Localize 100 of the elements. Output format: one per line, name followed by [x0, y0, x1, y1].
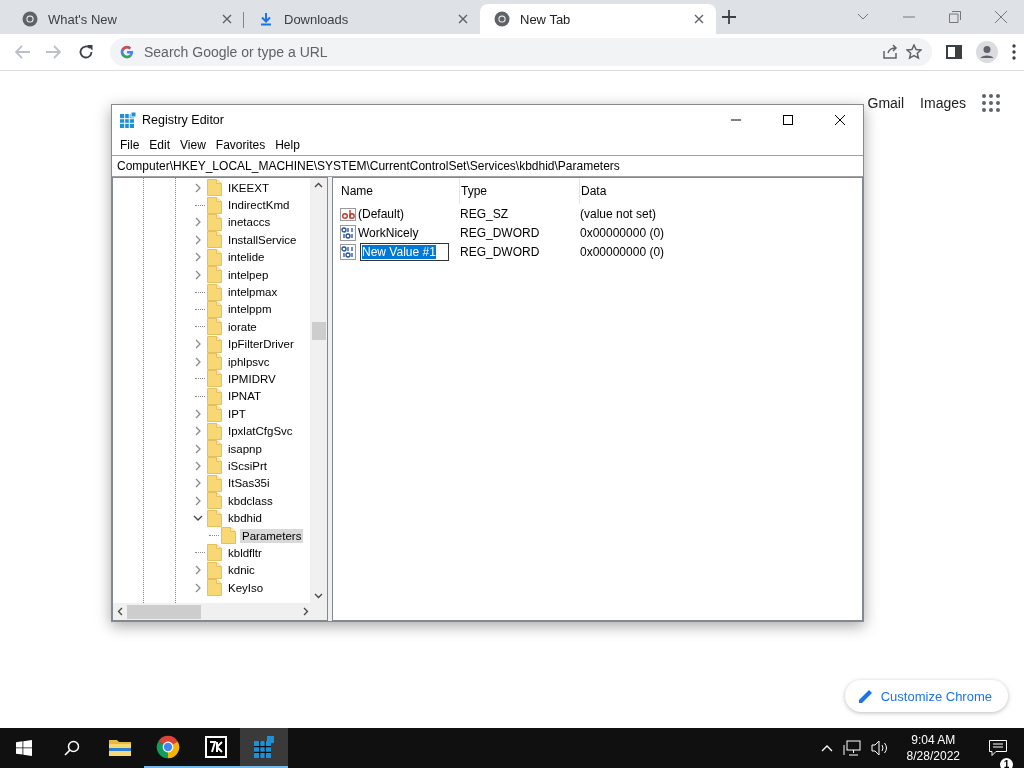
reload-icon[interactable] [78, 44, 94, 60]
scroll-up-icon[interactable] [314, 182, 323, 188]
folder-icon [207, 318, 222, 336]
menu-item[interactable]: Favorites [210, 138, 271, 152]
address-field[interactable]: Computer\HKEY_LOCAL_MACHINE\SYSTEM\CurrentControlSet\Services\kbdhid\Parameters [112, 155, 863, 177]
column-header[interactable]: Type [460, 178, 580, 204]
clock[interactable]: 9:04 AM 8/28/2022 [906, 732, 960, 764]
star-icon[interactable] [906, 44, 922, 60]
profile-icon[interactable] [976, 41, 998, 63]
browser-tab[interactable]: Downloads [244, 4, 480, 34]
tree-item[interactable]: kbdhid [226, 511, 264, 526]
tree-item[interactable]: isapnp [226, 441, 264, 456]
value-name[interactable]: WorkNicely [358, 225, 419, 240]
restore-icon[interactable] [949, 11, 961, 23]
scroll-right-icon[interactable] [303, 607, 309, 616]
tree-item[interactable]: IPT [226, 406, 248, 421]
browser-tab[interactable]: New Tab [480, 4, 716, 34]
folder-icon [207, 179, 222, 197]
new-tab-icon[interactable] [722, 10, 736, 24]
folder-icon [221, 527, 236, 544]
folder-icon[interactable] [109, 738, 131, 756]
folder-icon [207, 509, 222, 527]
registry-editor-icon [120, 112, 136, 128]
menu-item[interactable]: File [115, 138, 145, 152]
tree-item[interactable]: iScsiPrt [226, 458, 269, 473]
folder-icon [207, 387, 222, 405]
tree-item[interactable]: KeyIso [226, 580, 266, 595]
share-icon[interactable] [882, 44, 898, 60]
chrome-icon[interactable] [156, 735, 180, 759]
folder-icon [207, 474, 222, 492]
tree-item[interactable]: intelpmax [226, 285, 280, 300]
customize-button[interactable]: Customize Chrome [844, 680, 1008, 712]
maximize-icon[interactable] [783, 115, 793, 125]
tree-item[interactable]: IpFilterDriver [226, 337, 296, 352]
header-link[interactable]: Gmail [867, 93, 905, 113]
tree-item[interactable]: IpxlatCfgSvc [226, 424, 295, 439]
taskbar-button[interactable] [240, 728, 288, 768]
value-data: 0x00000000 (0) [580, 225, 666, 240]
close-icon[interactable] [694, 14, 704, 24]
close-icon[interactable] [835, 115, 845, 125]
folder-icon [207, 353, 222, 371]
network-icon[interactable] [842, 740, 861, 756]
folder-icon [207, 196, 222, 214]
tree-item[interactable]: IndirectKmd [226, 198, 292, 213]
column-header[interactable]: Name [340, 178, 460, 204]
archive-icon[interactable] [205, 736, 227, 758]
download-icon [258, 11, 274, 27]
chevron-down-icon[interactable] [857, 13, 869, 21]
folder-icon [207, 422, 222, 440]
scrollbar-thumb[interactable] [127, 604, 201, 619]
chrome-icon [22, 11, 38, 27]
address-bar[interactable]: Search Google or type a URL [110, 38, 932, 66]
tree-item[interactable]: inetaccs [226, 215, 273, 230]
more-menu-icon[interactable] [1012, 44, 1016, 60]
folder-icon [207, 561, 222, 579]
browser-tab[interactable]: What's New [8, 4, 244, 34]
tree-item[interactable]: intelide [226, 250, 267, 265]
google-icon [120, 45, 134, 59]
string-value-icon [340, 205, 356, 222]
volume-icon[interactable] [870, 740, 889, 756]
pencil-icon [858, 689, 873, 703]
folder-icon [207, 283, 222, 301]
scroll-down-icon[interactable] [314, 593, 323, 599]
tree-item[interactable]: iorate [226, 319, 259, 334]
folder-icon [207, 213, 222, 231]
scroll-left-icon[interactable] [117, 607, 123, 616]
value-name[interactable]: (Default) [358, 206, 404, 221]
value-type: REG_SZ [460, 206, 509, 221]
folder-icon [207, 544, 222, 562]
column-header[interactable]: Data [580, 178, 855, 204]
notification-badge: 1 [1000, 758, 1013, 768]
windows-start-icon[interactable] [16, 740, 32, 756]
tree-item[interactable]: IPMIDRV [226, 372, 278, 386]
folder-icon [207, 457, 222, 475]
tree-item[interactable]: IPNAT [226, 389, 263, 404]
search-icon[interactable] [64, 740, 80, 756]
chevron-up-icon[interactable] [820, 744, 833, 752]
tree-item[interactable]: kbldfltr [226, 545, 264, 560]
rename-field[interactable]: New Value #1 [360, 242, 449, 261]
menu-item[interactable]: View [175, 138, 211, 152]
value-data: 0x00000000 (0) [580, 244, 666, 259]
registry-editor-icon[interactable] [253, 736, 275, 758]
tree-item[interactable]: IKEEXT [226, 180, 271, 195]
binary-value-icon [340, 224, 356, 241]
menu-item[interactable]: Edit [144, 138, 176, 152]
tree-item[interactable]: iphlpsvc [226, 354, 272, 369]
header-link[interactable]: Images [920, 93, 966, 113]
menu-item[interactable]: Help [270, 138, 305, 152]
apps-grid-icon[interactable] [982, 94, 1000, 112]
scrollbar-thumb[interactable] [311, 322, 326, 340]
tree-item[interactable]: intelppm [226, 302, 274, 317]
tree-item[interactable]: Parameters [240, 528, 304, 543]
folder-icon [207, 370, 222, 388]
tree-item[interactable]: kdnic [226, 563, 257, 578]
notification-icon[interactable] [989, 740, 1007, 756]
tree-item[interactable]: ItSas35i [226, 476, 272, 491]
tree-item[interactable]: intelpep [226, 267, 271, 282]
tree-item[interactable]: kbdclass [226, 493, 275, 508]
tree-item[interactable]: InstallService [226, 232, 299, 247]
side-panel-icon[interactable] [946, 44, 962, 60]
